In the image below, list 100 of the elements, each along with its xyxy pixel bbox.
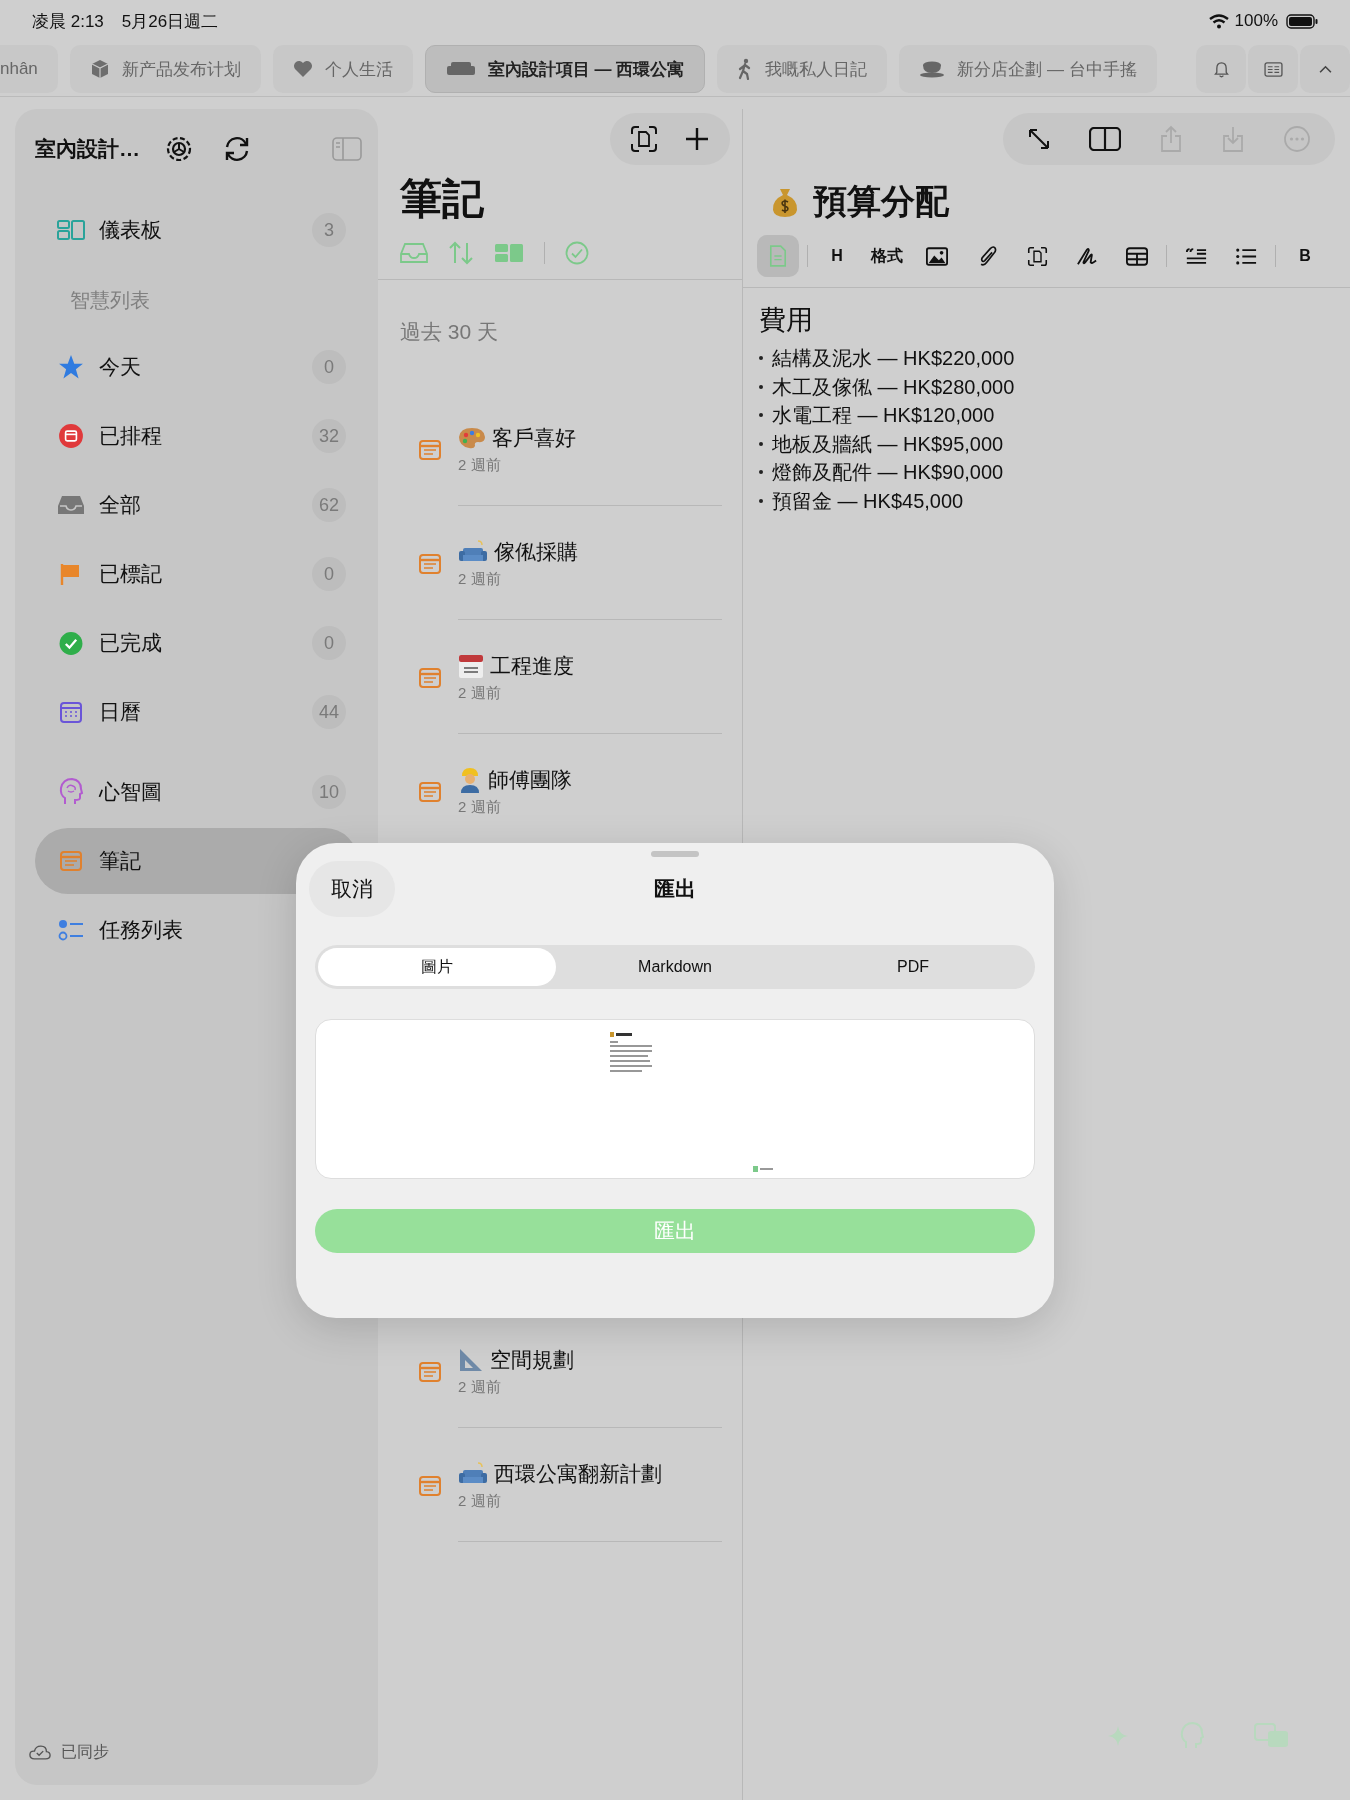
sidebar-item[interactable]: 已完成 0 <box>35 610 358 676</box>
drag-handle[interactable] <box>651 851 699 857</box>
note-icon <box>57 849 85 873</box>
app-logo-icon <box>753 1166 773 1172</box>
bullet-icon <box>759 441 763 446</box>
split-view-icon <box>1089 127 1121 151</box>
note-time: 2 週前 <box>458 798 502 817</box>
reader-button[interactable] <box>1248 45 1298 93</box>
count-badge: 32 <box>312 419 346 453</box>
note-time: 2 週前 <box>458 684 502 703</box>
cancel-button[interactable]: 取消 <box>309 861 395 917</box>
count-badge: 44 <box>312 695 346 729</box>
project-tab[interactable]: nhân <box>0 45 58 93</box>
document-icon <box>769 245 787 267</box>
sidebar-item[interactable]: 日曆 44 <box>35 679 358 745</box>
scan-button[interactable] <box>630 125 658 153</box>
note-icon <box>418 1360 442 1384</box>
dashboard-icon <box>57 220 85 240</box>
add-button[interactable] <box>684 126 710 152</box>
note-title[interactable]: 工程進度 <box>490 652 574 680</box>
calendar-icon <box>57 700 85 724</box>
layout-icon <box>494 243 524 263</box>
note-heading: 預算分配 <box>813 181 949 222</box>
worker-icon <box>458 766 482 794</box>
workspace-title: 室內設計… <box>35 136 140 162</box>
notes-title: 筆記 <box>400 174 485 224</box>
settings-button[interactable] <box>164 134 194 164</box>
note-title[interactable]: 空間規劃 <box>490 1346 574 1374</box>
note-title[interactable]: 師傅團隊 <box>488 766 572 794</box>
reader-icon <box>1263 61 1283 77</box>
calendar-icon <box>458 653 484 679</box>
project-tab[interactable]: 新分店企劃 — 台中手搖 <box>899 45 1157 93</box>
sofa-icon <box>458 1462 488 1486</box>
project-tab[interactable]: 个人生活 <box>272 45 413 93</box>
bell-icon <box>1213 60 1229 78</box>
project-tab[interactable]: 室內設計項目 — 西環公寓 <box>424 45 706 93</box>
note-time: 2 週前 <box>458 456 502 475</box>
check-circle-icon <box>565 241 589 265</box>
quote-icon <box>1185 246 1207 266</box>
sync-status: 已同步 <box>61 1742 109 1762</box>
sidebar-item[interactable]: 心智圖 10 <box>35 759 358 825</box>
status-date: 5月26日週二 <box>121 10 219 33</box>
note-time: 2 週前 <box>458 1378 502 1397</box>
bullet-icon <box>759 384 763 389</box>
format-tab[interactable]: PDF <box>794 948 1032 986</box>
sofa-icon <box>445 60 476 78</box>
check-circle-icon <box>57 630 85 656</box>
checklist-icon <box>57 918 85 942</box>
battery-percent: 100% <box>1234 11 1278 31</box>
budget-line: 預留金 — HK$45,000 <box>772 488 964 514</box>
note-icon <box>418 780 442 804</box>
sidebar-icon <box>332 137 362 161</box>
bold-button[interactable]: B <box>1284 235 1326 277</box>
star-icon <box>57 354 85 380</box>
cup-icon <box>919 60 946 78</box>
format-tab[interactable]: Markdown <box>556 948 794 986</box>
sidebar-item[interactable]: 全部 62 <box>35 472 358 538</box>
heart-icon <box>292 60 313 78</box>
count-badge: 0 <box>312 626 346 660</box>
head-icon <box>57 778 85 806</box>
settings-icon <box>164 134 194 164</box>
bullet-icon <box>759 356 763 361</box>
section-heading: 智慧列表 <box>69 288 151 313</box>
sidebar-item[interactable]: 已排程 32 <box>35 403 358 469</box>
note-title[interactable]: 西環公寓翻新計劃 <box>494 1460 662 1488</box>
budget-line: 結構及泥水 — HK$220,000 <box>772 346 1015 371</box>
dialog-title: 匯出 <box>654 876 696 902</box>
bullet-icon <box>759 470 763 475</box>
sort-arrows-icon <box>448 241 474 265</box>
image-icon <box>926 246 948 266</box>
count-badge: 10 <box>312 775 346 809</box>
format-tab[interactable]: 圖片 <box>318 948 556 986</box>
download-icon <box>1221 125 1245 153</box>
table-icon <box>1126 246 1148 266</box>
count-badge: 0 <box>312 557 346 591</box>
format-button[interactable]: 格式 <box>866 235 908 277</box>
expand-button[interactable] <box>1027 127 1051 151</box>
sidebar-item[interactable]: 儀表板 3 <box>35 197 358 263</box>
scan-icon <box>630 125 658 153</box>
sofa-icon <box>458 540 488 564</box>
split-view-button[interactable] <box>1089 127 1121 151</box>
sidebar-item[interactable]: 今天 0 <box>35 334 358 400</box>
wifi-icon <box>1208 13 1229 29</box>
sidebar-item[interactable]: 已標記 0 <box>35 541 358 607</box>
heading-button[interactable]: H <box>816 235 858 277</box>
scribble-icon <box>1076 246 1098 266</box>
status-time: 凌晨 2:13 <box>32 10 104 33</box>
share-icon <box>1159 125 1183 153</box>
list-icon <box>1235 246 1257 266</box>
sidebar-toggle-button[interactable] <box>332 137 362 161</box>
note-time: 2 週前 <box>458 570 502 589</box>
chevron-up-icon <box>1317 64 1333 74</box>
note-title[interactable]: 客戶喜好 <box>492 424 576 452</box>
section-heading: 費用 <box>759 304 814 337</box>
cube-icon <box>89 59 110 79</box>
cloud-check-icon <box>29 1745 51 1760</box>
count-badge: 62 <box>312 488 346 522</box>
plus-icon <box>684 126 710 152</box>
note-title[interactable]: 傢俬採購 <box>494 538 578 566</box>
project-tab[interactable]: 我嘅私人日記 <box>717 45 888 93</box>
